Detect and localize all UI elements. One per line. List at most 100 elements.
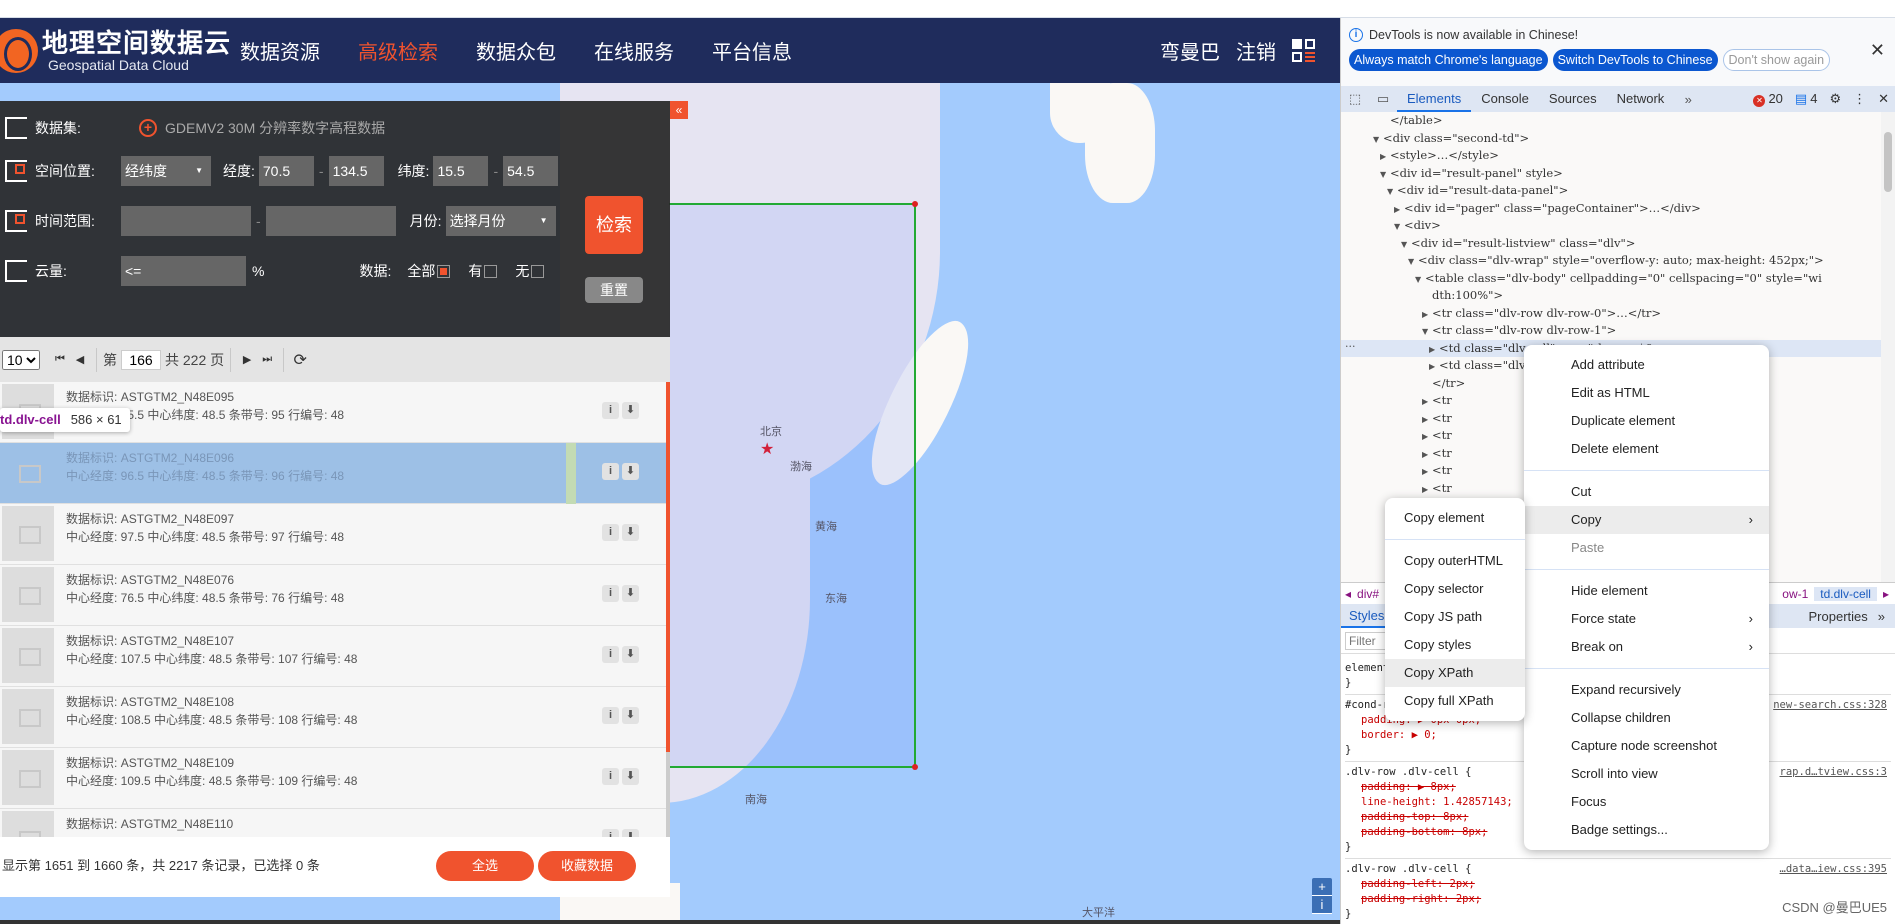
- error-counter[interactable]: ✕ 20: [1753, 91, 1783, 107]
- result-row[interactable]: 数据标识: ASTGTM2_N48E108 中心经度: 108.5 中心纬度: 4…: [0, 687, 670, 748]
- thumbnail-image-icon[interactable]: [2, 567, 54, 622]
- thumbnail-image-icon[interactable]: [2, 811, 54, 837]
- menu-item-copy-styles[interactable]: Copy styles: [1385, 631, 1525, 659]
- expand-toggle-icon[interactable]: ▼: [1408, 253, 1418, 271]
- expand-toggle-icon[interactable]: ▼: [1394, 218, 1404, 236]
- info-button[interactable]: i: [602, 463, 619, 480]
- dom-node[interactable]: ▼ <table class="dlv-body" cellpadding="0"…: [1341, 270, 1895, 288]
- breadcrumb-right-arrow[interactable]: ▸: [1883, 587, 1889, 601]
- prev-page-button[interactable]: ◀: [70, 353, 90, 366]
- download-button[interactable]: ⬇: [622, 585, 639, 602]
- menu-item-copy-xpath[interactable]: Copy XPath: [1385, 659, 1525, 687]
- menu-item-collapse-children[interactable]: Collapse children: [1524, 704, 1769, 732]
- space-mode-select[interactable]: 经纬度: [121, 156, 211, 186]
- menu-item-edit-as-html[interactable]: Edit as HTML: [1524, 379, 1769, 407]
- download-button[interactable]: ⬇: [622, 402, 639, 419]
- more-subtabs-icon[interactable]: »: [1878, 609, 1895, 624]
- expand-toggle-icon[interactable]: ▶: [1422, 428, 1432, 446]
- dom-node[interactable]: ▼ <div id="result-listview" class="dlv">: [1341, 235, 1895, 253]
- info-button[interactable]: i: [602, 402, 619, 419]
- expand-toggle-icon[interactable]: ▼: [1401, 236, 1411, 254]
- result-row[interactable]: 数据标识: ASTGTM2_N48E097 中心经度: 97.5 中心纬度: 48…: [0, 504, 670, 565]
- expand-toggle-icon[interactable]: ▼: [1387, 183, 1397, 201]
- menu-item-delete-element[interactable]: Delete element: [1524, 435, 1769, 463]
- menu-item-badge-settings[interactable]: Badge settings...: [1524, 816, 1769, 844]
- breadcrumb-current[interactable]: td.dlv-cell: [1814, 586, 1877, 601]
- result-row[interactable]: 数据标识: ASTGTM2_N48E076 中心经度: 76.5 中心纬度: 48…: [0, 565, 670, 626]
- expand-toggle-icon[interactable]: ▼: [1415, 271, 1425, 289]
- breadcrumb-item[interactable]: ow-1: [1782, 587, 1808, 601]
- style-source-link[interactable]: rap.d…tview.css:3: [1780, 765, 1887, 780]
- download-button[interactable]: ⬇: [622, 768, 639, 785]
- menu-item-copy-element[interactable]: Copy element: [1385, 504, 1525, 532]
- download-button[interactable]: ⬇: [622, 707, 639, 724]
- lon-max-input[interactable]: [328, 156, 384, 186]
- next-page-button[interactable]: ▶: [237, 353, 257, 366]
- breadcrumb-left-arrow[interactable]: ◂: [1345, 587, 1351, 601]
- menu-item-force-state[interactable]: Force state ›: [1524, 605, 1769, 633]
- download-button[interactable]: ⬇: [622, 463, 639, 480]
- close-devtools-icon[interactable]: ✕: [1878, 91, 1889, 107]
- tab-properties[interactable]: Properties: [1799, 609, 1878, 624]
- lat-max-input[interactable]: [503, 156, 559, 186]
- result-row[interactable]: 数据标识: ASTGTM2_N48E110 i ⬇: [0, 809, 670, 837]
- nav-item[interactable]: 数据众包: [476, 36, 556, 65]
- cloud-input[interactable]: [121, 256, 246, 286]
- menu-item-expand-recursively[interactable]: Expand recursively: [1524, 676, 1769, 704]
- logout-link[interactable]: 注销: [1236, 36, 1276, 65]
- menu-item-copy-full-xpath[interactable]: Copy full XPath: [1385, 687, 1525, 715]
- thumbnail-image-icon[interactable]: [2, 750, 54, 805]
- site-logo[interactable]: 地理空间数据云 Geospatial Data Cloud: [0, 28, 231, 74]
- switch-to-chinese-button[interactable]: Switch DevTools to Chinese: [1552, 49, 1718, 71]
- nav-item[interactable]: 平台信息: [712, 36, 792, 65]
- menu-item-scroll-into-view[interactable]: Scroll into view: [1524, 760, 1769, 788]
- inspect-element-icon[interactable]: ⬚: [1341, 91, 1369, 107]
- devtools-tab-sources[interactable]: Sources: [1539, 86, 1607, 112]
- time-end-input[interactable]: [265, 206, 396, 236]
- checkbox[interactable]: [484, 265, 498, 278]
- zoom-in-button[interactable]: +: [1312, 878, 1332, 896]
- dom-node[interactable]: ▼ <div class="dlv-wrap" style="overflow-y…: [1341, 252, 1895, 270]
- result-list[interactable]: 数据标识: ASTGTM2_N48E095 中心经度: 95.5 中心纬度: 48…: [0, 382, 670, 837]
- download-button[interactable]: ⬇: [622, 646, 639, 663]
- expand-toggle-icon[interactable]: ▶: [1422, 446, 1432, 464]
- result-row[interactable]: 数据标识: ASTGTM2_N48E107 中心经度: 107.5 中心纬度: 4…: [0, 626, 670, 687]
- expand-toggle-icon[interactable]: ▼: [1380, 166, 1390, 184]
- refresh-icon[interactable]: ⟳: [290, 350, 310, 370]
- lon-min-input[interactable]: [258, 156, 314, 186]
- bbox-corner-ne[interactable]: [912, 201, 918, 207]
- expand-toggle-icon[interactable]: ▶: [1429, 358, 1439, 376]
- reset-button[interactable]: 重置: [585, 277, 643, 303]
- page-size-select[interactable]: 10: [2, 349, 40, 370]
- dom-node[interactable]: ▼ <div id="result-panel" style>: [1341, 165, 1895, 183]
- expand-toggle-icon[interactable]: ▶: [1422, 463, 1432, 481]
- add-dataset-icon[interactable]: +: [139, 119, 157, 137]
- last-page-button[interactable]: ⏭: [257, 353, 277, 366]
- collapse-panel-button[interactable]: «: [670, 101, 688, 119]
- menu-item-capture-node-screenshot[interactable]: Capture node screenshot: [1524, 732, 1769, 760]
- more-tabs-icon[interactable]: »: [1674, 92, 1702, 107]
- menu-item-hide-element[interactable]: Hide element: [1524, 577, 1769, 605]
- dom-node[interactable]: dth:100%">: [1341, 287, 1895, 305]
- nav-item[interactable]: 高级检索: [358, 36, 438, 65]
- dom-node[interactable]: ▼ <div class="second-td">: [1341, 130, 1895, 148]
- nav-item[interactable]: 数据资源: [240, 36, 320, 65]
- info-button[interactable]: i: [602, 524, 619, 541]
- time-start-input[interactable]: [121, 206, 251, 236]
- list-scrollbar-thumb[interactable]: [666, 382, 670, 752]
- style-source-link[interactable]: new-search.css:328: [1773, 698, 1887, 713]
- page-number-input[interactable]: [121, 349, 161, 370]
- elements-scrollbar[interactable]: [1881, 112, 1895, 582]
- download-button[interactable]: ⬇: [622, 524, 639, 541]
- menu-item-break-on[interactable]: Break on ›: [1524, 633, 1769, 661]
- thumbnail-image-icon[interactable]: [2, 445, 54, 500]
- thumbnail-image-icon[interactable]: [2, 628, 54, 683]
- data-option[interactable]: 无: [515, 261, 545, 281]
- devtools-tab-elements[interactable]: Elements: [1397, 86, 1472, 112]
- nav-item[interactable]: 在线服务: [594, 36, 674, 65]
- menu-item-copy[interactable]: Copy ›: [1524, 506, 1769, 534]
- dom-node[interactable]: ▶ <tr class="dlv-row dlv-row-0">…</tr>: [1341, 305, 1895, 323]
- info-button[interactable]: i: [602, 768, 619, 785]
- info-button[interactable]: i: [602, 707, 619, 724]
- menu-item-copy-selector[interactable]: Copy selector: [1385, 575, 1525, 603]
